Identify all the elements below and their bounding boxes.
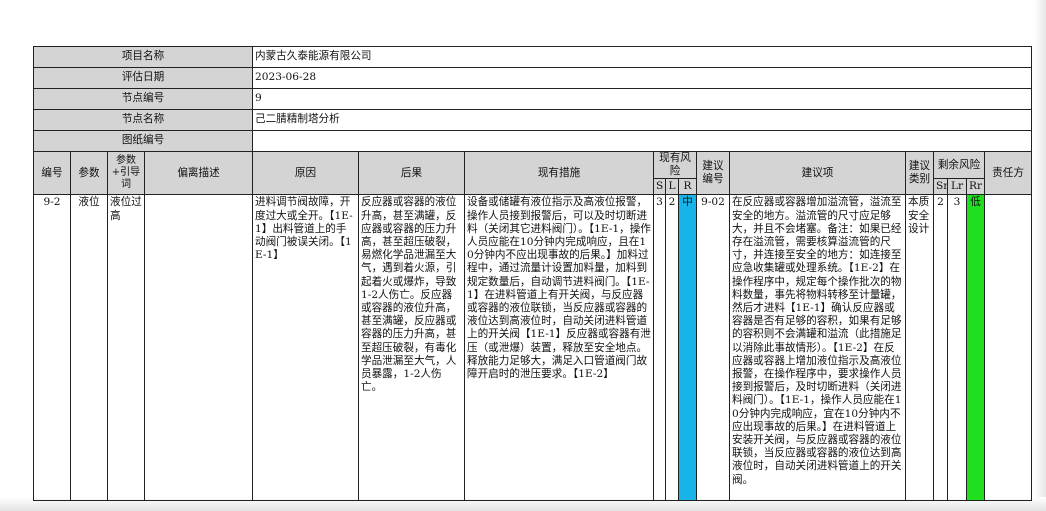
col-header-s: S	[653, 178, 666, 196]
cell-deviation	[144, 194, 253, 502]
cell-rec-type: 本质安全设计	[905, 194, 934, 502]
col-header-measures: 现有措施	[464, 150, 654, 196]
cell-rr: 低	[966, 194, 985, 502]
col-header-recommendation: 建议项	[729, 150, 906, 196]
drawing-number-label: 图纸编号	[33, 130, 253, 152]
cell-rec-id: 9-02	[696, 194, 730, 502]
col-header-r: R	[678, 178, 697, 196]
cell-measures: 设备或储罐有液位指示及高液位报警，操作人员接到报警后，可以及时切断进料（关闭其它…	[464, 194, 654, 502]
col-header-deviation: 偏离描述	[144, 150, 253, 196]
col-header-param: 参数	[70, 150, 108, 196]
node-name-value: 己二腈精制塔分析	[251, 109, 1033, 131]
col-header-residual-risk: 剩余风险	[933, 150, 985, 180]
col-header-guide: 参数+引导词	[107, 150, 145, 196]
assessment-date-value: 2023-06-28	[251, 67, 1033, 89]
cell-l: 2	[665, 194, 679, 502]
cell-consequence: 反应器或容器的液位升高，甚至满罐，反应器或容器的压力升高，甚至超压破裂，易燃化学…	[358, 194, 465, 502]
col-header-sr: Sr	[933, 178, 948, 196]
cell-owner	[983, 194, 1033, 502]
cell-recommendation: 在反应器或容器增加溢流管，溢流至安全的地方。溢流管的尺寸应足够大，并且不会堵塞。…	[729, 194, 906, 502]
col-header-rec-type: 建议类别	[905, 150, 934, 196]
node-number-value: 9	[251, 88, 1033, 110]
node-number-row: 节点编号 9	[33, 88, 1033, 110]
col-header-l: L	[665, 178, 679, 196]
project-name-value: 内蒙古久泰能源有限公司	[251, 46, 1033, 68]
cell-s: 3	[653, 194, 666, 502]
drawing-number-value	[251, 130, 1033, 152]
assessment-date-row: 评估日期 2023-06-28	[33, 67, 1033, 89]
column-header-row: 编号 参数 参数+引导词 偏离描述 原因 后果 现有措施 现有风险 建议编号 建…	[33, 150, 1033, 196]
col-header-id: 编号	[33, 150, 71, 196]
table-row: 9-2 液位 液位过高 进料调节阀故障，开度过大或全开。【1E-1】出料管道上的…	[33, 194, 1033, 502]
cell-r: 中	[678, 194, 697, 502]
project-name-label: 项目名称	[33, 46, 253, 68]
col-header-cause: 原因	[252, 150, 359, 196]
col-header-lr: Lr	[947, 178, 967, 196]
cell-lr: 3	[947, 194, 967, 502]
col-header-current-risk: 现有风险	[653, 150, 697, 180]
drawing-number-row: 图纸编号	[33, 130, 1033, 152]
cell-id: 9-2	[33, 194, 71, 502]
col-header-owner: 责任方	[983, 150, 1033, 196]
cell-cause: 进料调节阀故障，开度过大或全开。【1E-1】出料管道上的手动阀门被误关闭。【1E…	[252, 194, 359, 502]
node-name-row: 节点名称 己二腈精制塔分析	[33, 109, 1033, 131]
col-header-rec-id: 建议编号	[696, 150, 730, 196]
hazop-worksheet: 项目名称 内蒙古久泰能源有限公司 评估日期 2023-06-28 节点编号 9 …	[33, 46, 1033, 502]
node-number-label: 节点编号	[33, 88, 253, 110]
cell-guide: 液位过高	[107, 194, 145, 502]
cell-param: 液位	[70, 194, 108, 502]
page-edge-right	[1034, 0, 1046, 511]
col-header-rr: Rr	[966, 178, 985, 196]
node-name-label: 节点名称	[33, 109, 253, 131]
assessment-date-label: 评估日期	[33, 67, 253, 89]
cell-sr: 2	[933, 194, 948, 502]
col-header-consequence: 后果	[358, 150, 465, 196]
project-name-row: 项目名称 内蒙古久泰能源有限公司	[33, 46, 1033, 68]
